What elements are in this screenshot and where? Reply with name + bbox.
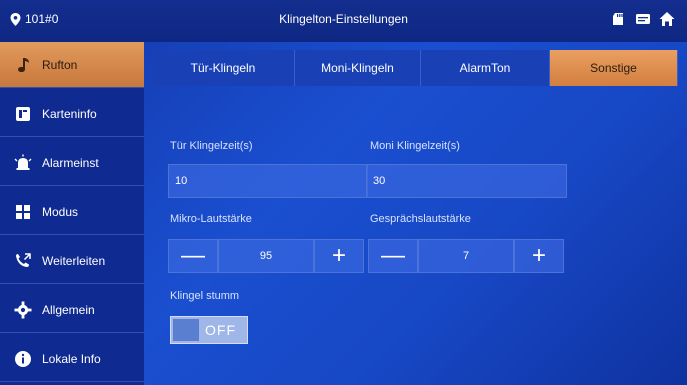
- mic-volume-stepper: — 95 +: [168, 239, 364, 273]
- sidebar-item-allgemein[interactable]: Allgemein: [0, 287, 144, 333]
- sidebar-item-label: Rufton: [42, 57, 78, 72]
- mute-label: Klingel stumm: [170, 290, 240, 302]
- sidebar-item-alarmeinst[interactable]: Alarmeinst: [0, 140, 144, 186]
- talk-volume-value: 7: [418, 239, 514, 273]
- moni-ring-time-field[interactable]: 30: [366, 164, 567, 198]
- tab-moni-klingeln[interactable]: Moni-Klingeln: [295, 50, 421, 86]
- grid-icon: [16, 204, 30, 219]
- door-ring-time-label: Tür Klingelzeit(s): [170, 140, 253, 152]
- tab-alarmton[interactable]: AlarmTon: [421, 50, 550, 86]
- mic-volume-label: Mikro-Lautstärke: [170, 213, 252, 225]
- sidebar-item-label: Weiterleiten: [42, 253, 106, 268]
- gear-icon: [14, 301, 32, 318]
- sidebar-item-karteninfo[interactable]: Karteninfo: [0, 91, 144, 137]
- door-ring-time-field[interactable]: 10: [168, 164, 368, 198]
- talk-volume-stepper: — 7 +: [368, 239, 564, 273]
- mic-volume-decrease-button[interactable]: —: [168, 239, 218, 273]
- toggle-knob: [173, 319, 199, 341]
- mic-volume-increase-button[interactable]: +: [314, 239, 364, 273]
- sidebar-item-lokale-info[interactable]: Lokale Info: [0, 336, 144, 382]
- home-icon[interactable]: [659, 11, 675, 27]
- sidebar-item-label: Karteninfo: [42, 106, 97, 121]
- tab-tuer-klingeln[interactable]: Tür-Klingeln: [152, 50, 295, 86]
- tab-sonstige[interactable]: Sonstige: [550, 50, 678, 86]
- screen: 101#0 Klingelton-Einstellungen Rufton Ka…: [0, 0, 687, 385]
- toggle-state: OFF: [205, 322, 236, 338]
- moni-ring-time-label: Moni Klingelzeit(s): [370, 140, 460, 152]
- sidebar-item-rufton[interactable]: Rufton: [0, 42, 144, 88]
- sd-card-icon: [613, 13, 623, 25]
- tab-bar: Tür-Klingeln Moni-Klingeln AlarmTon Sons…: [144, 50, 687, 86]
- card-icon: [16, 106, 30, 121]
- top-bar: 101#0 Klingelton-Einstellungen: [0, 0, 687, 42]
- sidebar: Rufton Karteninfo Alarmeinst Modus Weite…: [0, 42, 144, 385]
- message-icon: [636, 14, 650, 24]
- mic-volume-value: 95: [218, 239, 314, 273]
- music-note-icon: [18, 57, 29, 72]
- status-icons: [611, 11, 675, 27]
- forward-call-icon: [16, 252, 31, 267]
- sidebar-item-weiterleiten[interactable]: Weiterleiten: [0, 238, 144, 284]
- sidebar-item-label: Allgemein: [42, 302, 95, 317]
- alarm-icon: [14, 154, 32, 170]
- mute-toggle[interactable]: OFF: [170, 316, 248, 344]
- talk-volume-label: Gesprächslautstärke: [370, 213, 471, 225]
- sidebar-item-modus[interactable]: Modus: [0, 189, 144, 235]
- sidebar-item-label: Modus: [42, 204, 79, 219]
- page-title: Klingelton-Einstellungen: [279, 12, 408, 26]
- info-icon: [15, 350, 31, 367]
- sidebar-item-label: Alarmeinst: [42, 155, 99, 170]
- sidebar-item-label: Lokale Info: [42, 351, 101, 366]
- talk-volume-decrease-button[interactable]: —: [368, 239, 418, 273]
- talk-volume-increase-button[interactable]: +: [514, 239, 564, 273]
